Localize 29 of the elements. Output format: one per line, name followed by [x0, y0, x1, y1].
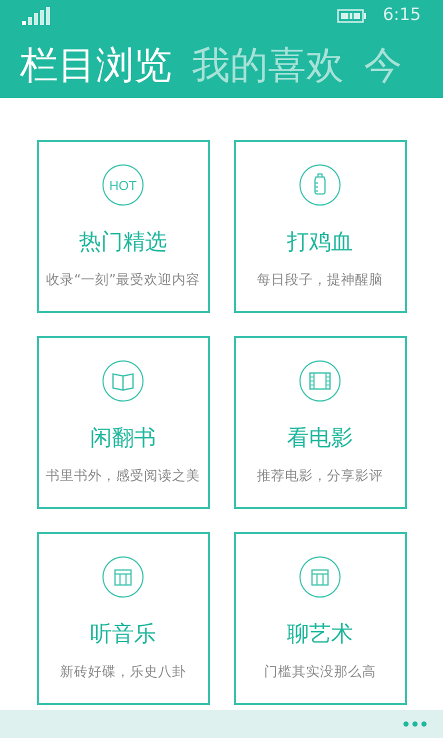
tile-title: 看电影: [287, 425, 353, 453]
tile-subtitle: 每日段子，提神醒脑: [257, 271, 383, 290]
category-tile[interactable]: 看电影 推荐电影，分享影评: [234, 336, 406, 509]
category-tile[interactable]: 打鸡血 每日段子，提神醒脑: [234, 140, 406, 313]
category-tile[interactable]: HOT 热门精选 收录“一刻”最受欢迎内容: [36, 140, 210, 313]
tile-title: 打鸡血: [287, 229, 353, 257]
book-icon: [102, 360, 144, 402]
tile-subtitle: 书里书外，感受阅读之美: [46, 467, 200, 486]
hot-icon: HOT: [102, 164, 144, 206]
tile-title: 听音乐: [90, 621, 156, 649]
battery-icon: [336, 9, 367, 23]
table-icon: [299, 556, 341, 598]
clock-time: 6:15: [382, 4, 421, 28]
signal-icon: [22, 7, 50, 25]
pivot-tab[interactable]: 栏目浏览: [20, 32, 172, 98]
category-tile[interactable]: 听音乐 新砖好碟，乐史八卦: [36, 532, 210, 705]
tile-title: 热门精选: [79, 229, 167, 257]
tile-subtitle: 新砖好碟，乐史八卦: [60, 663, 186, 682]
tile-title: 聊艺术: [287, 621, 353, 649]
tile-subtitle: 推荐电影，分享影评: [257, 467, 383, 486]
category-tile[interactable]: 闲翻书 书里书外，感受阅读之美: [36, 336, 210, 509]
film-icon: [299, 360, 341, 402]
tile-subtitle: 收录“一刻”最受欢迎内容: [46, 271, 200, 290]
more-icon[interactable]: [403, 721, 427, 727]
tile-subtitle: 门槛其实没那么高: [264, 663, 376, 682]
table-icon: [102, 556, 144, 598]
tile-title: 闲翻书: [90, 425, 156, 453]
bottle-icon: [299, 164, 341, 206]
category-tile[interactable]: 聊艺术 门槛其实没那么高: [234, 532, 406, 705]
